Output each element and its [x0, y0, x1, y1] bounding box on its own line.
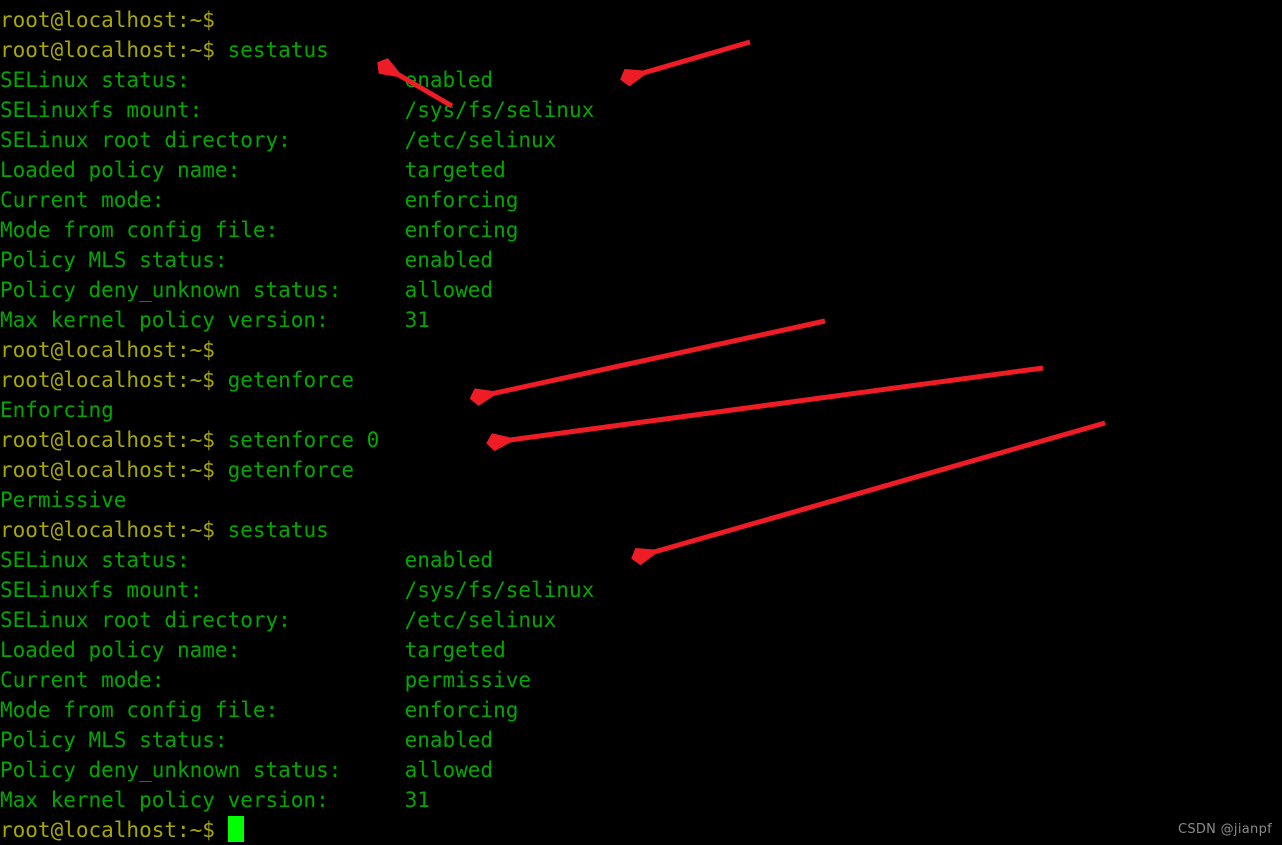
shell-prompt: root@localhost:~$	[0, 38, 215, 62]
command-output: Policy MLS status: enabled	[0, 728, 494, 752]
command-output: Current mode: permissive	[0, 668, 532, 692]
terminal-line: Permissive	[0, 485, 1282, 515]
command-output: SELinuxfs mount: /sys/fs/selinux	[0, 578, 595, 602]
shell-command: getenforce	[214, 458, 355, 482]
terminal-line: root@localhost:~$ setenforce 0	[0, 425, 1282, 455]
command-output: SELinuxfs mount: /sys/fs/selinux	[0, 98, 595, 122]
terminal-line: Loaded policy name: targeted	[0, 155, 1282, 185]
command-output: Permissive	[0, 488, 127, 512]
terminal-line: Mode from config file: enforcing	[0, 695, 1282, 725]
command-output: Max kernel policy version: 31	[0, 788, 430, 812]
terminal-line: Policy deny_unknown status: allowed	[0, 275, 1282, 305]
csdn-watermark: CSDN @jianpf	[1177, 822, 1272, 837]
terminal-line: Current mode: permissive	[0, 665, 1282, 695]
command-output: Enforcing	[0, 398, 114, 422]
command-output: Policy deny_unknown status: allowed	[0, 758, 494, 782]
terminal-screen[interactable]: root@localhost:~$ root@localhost:~$ sesta…	[0, 0, 1282, 845]
shell-prompt: root@localhost:~$	[0, 8, 215, 32]
shell-command	[215, 818, 228, 842]
terminal-line: root@localhost:~$ getenforce	[0, 365, 1282, 395]
shell-command: setenforce 0	[214, 428, 380, 452]
command-output: SELinux status: enabled	[0, 68, 494, 92]
terminal-line: root@localhost:~$	[0, 5, 1282, 35]
text-cursor	[227, 816, 244, 842]
terminal-line: Loaded policy name: targeted	[0, 635, 1282, 665]
terminal-line: root@localhost:~$ sestatus	[0, 515, 1282, 545]
terminal-line: SELinux status: enabled	[0, 545, 1282, 575]
terminal-window[interactable]: root@localhost:~$ root@localhost:~$ sesta…	[0, 0, 1282, 845]
shell-prompt: root@localhost:~$	[0, 458, 215, 482]
terminal-line: SELinux status: enabled	[0, 65, 1282, 95]
command-output: SELinux root directory: /etc/selinux	[0, 128, 557, 152]
shell-prompt: root@localhost:~$	[0, 818, 215, 842]
terminal-line: Enforcing	[0, 395, 1282, 425]
terminal-line: Max kernel policy version: 31	[0, 305, 1282, 335]
command-output: SELinux status: enabled	[0, 548, 494, 572]
shell-command: getenforce	[214, 368, 355, 392]
command-output: Max kernel policy version: 31	[0, 308, 430, 332]
shell-command: sestatus	[214, 38, 329, 62]
terminal-line: root@localhost:~$	[0, 815, 1282, 845]
terminal-line: Max kernel policy version: 31	[0, 785, 1282, 815]
terminal-line: Current mode: enforcing	[0, 185, 1282, 215]
terminal-line: SELinuxfs mount: /sys/fs/selinux	[0, 95, 1282, 125]
terminal-line: Mode from config file: enforcing	[0, 215, 1282, 245]
terminal-line: root@localhost:~$ getenforce	[0, 455, 1282, 485]
terminal-line: Policy MLS status: enabled	[0, 725, 1282, 755]
command-output: Policy MLS status: enabled	[0, 248, 494, 272]
terminal-line: root@localhost:~$ sestatus	[0, 35, 1282, 65]
terminal-line: SELinuxfs mount: /sys/fs/selinux	[0, 575, 1282, 605]
terminal-line: SELinux root directory: /etc/selinux	[0, 605, 1282, 635]
command-output: Loaded policy name: targeted	[0, 158, 506, 182]
command-output: Mode from config file: enforcing	[0, 698, 519, 722]
terminal-line: Policy deny_unknown status: allowed	[0, 755, 1282, 785]
shell-prompt: root@localhost:~$	[0, 338, 215, 362]
terminal-line: SELinux root directory: /etc/selinux	[0, 125, 1282, 155]
command-output: Policy deny_unknown status: allowed	[0, 278, 494, 302]
shell-prompt: root@localhost:~$	[0, 428, 215, 452]
shell-prompt: root@localhost:~$	[0, 518, 215, 542]
command-output: Loaded policy name: targeted	[0, 638, 506, 662]
shell-command: sestatus	[214, 518, 329, 542]
terminal-line: Policy MLS status: enabled	[0, 245, 1282, 275]
terminal-line: root@localhost:~$	[0, 335, 1282, 365]
command-output: SELinux root directory: /etc/selinux	[0, 608, 557, 632]
command-output: Mode from config file: enforcing	[0, 218, 519, 242]
shell-prompt: root@localhost:~$	[0, 368, 215, 392]
command-output: Current mode: enforcing	[0, 188, 519, 212]
